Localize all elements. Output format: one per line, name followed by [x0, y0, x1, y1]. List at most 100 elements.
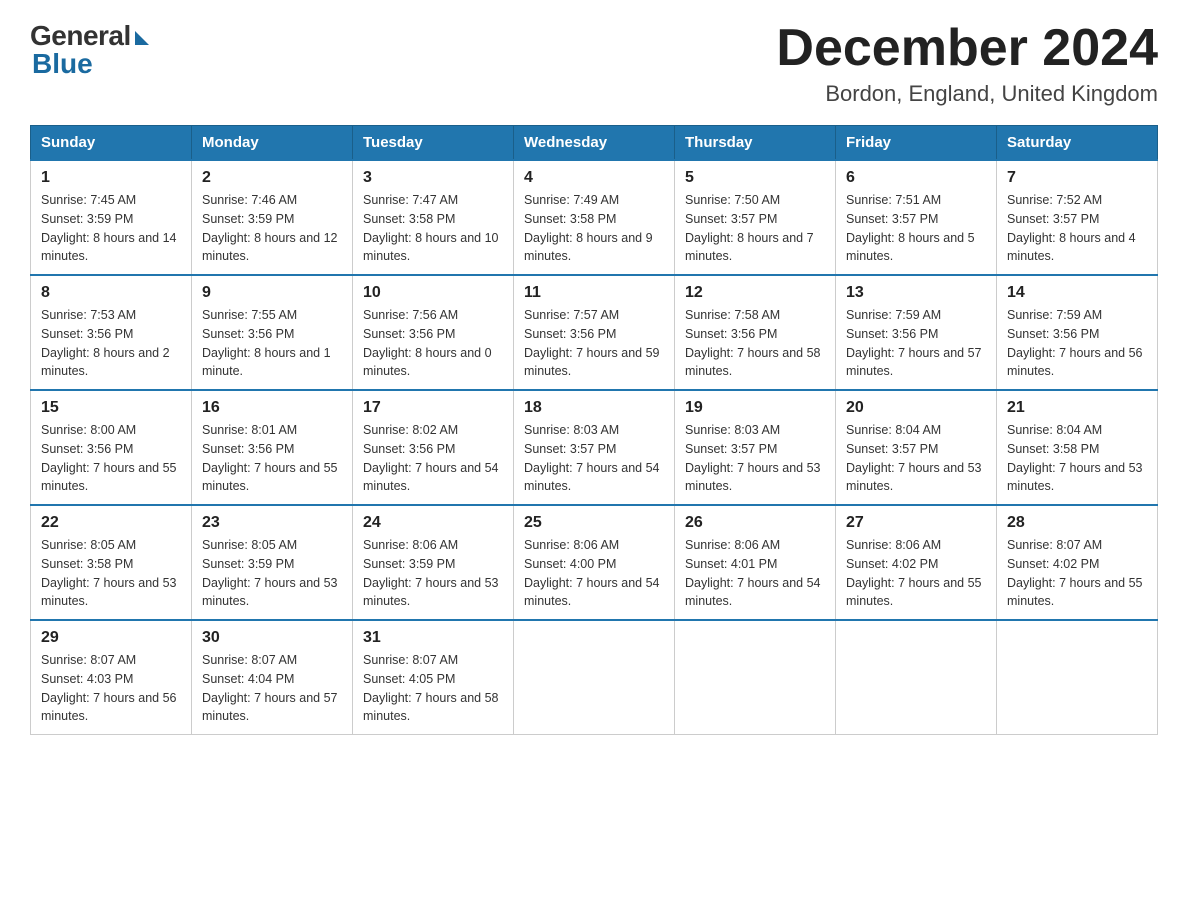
day-number: 30	[202, 629, 342, 647]
header-wednesday: Wednesday	[514, 126, 675, 161]
day-info: Sunrise: 7:53 AMSunset: 3:56 PMDaylight:…	[41, 306, 181, 381]
day-info: Sunrise: 7:58 AMSunset: 3:56 PMDaylight:…	[685, 306, 825, 381]
calendar-cell: 26 Sunrise: 8:06 AMSunset: 4:01 PMDayligh…	[675, 505, 836, 620]
day-number: 9	[202, 284, 342, 302]
day-info: Sunrise: 8:05 AMSunset: 3:58 PMDaylight:…	[41, 536, 181, 611]
day-info: Sunrise: 7:45 AMSunset: 3:59 PMDaylight:…	[41, 191, 181, 266]
day-info: Sunrise: 7:49 AMSunset: 3:58 PMDaylight:…	[524, 191, 664, 266]
calendar-cell: 3 Sunrise: 7:47 AMSunset: 3:58 PMDaylight…	[353, 160, 514, 275]
calendar-week-3: 15 Sunrise: 8:00 AMSunset: 3:56 PMDayligh…	[31, 390, 1158, 505]
day-info: Sunrise: 8:07 AMSunset: 4:04 PMDaylight:…	[202, 651, 342, 726]
header-saturday: Saturday	[997, 126, 1158, 161]
calendar-cell: 27 Sunrise: 8:06 AMSunset: 4:02 PMDayligh…	[836, 505, 997, 620]
calendar-cell: 17 Sunrise: 8:02 AMSunset: 3:56 PMDayligh…	[353, 390, 514, 505]
day-number: 4	[524, 169, 664, 187]
day-number: 13	[846, 284, 986, 302]
day-number: 29	[41, 629, 181, 647]
day-number: 21	[1007, 399, 1147, 417]
day-info: Sunrise: 8:06 AMSunset: 3:59 PMDaylight:…	[363, 536, 503, 611]
day-info: Sunrise: 7:59 AMSunset: 3:56 PMDaylight:…	[846, 306, 986, 381]
header-monday: Monday	[192, 126, 353, 161]
title-block: December 2024 Bordon, England, United Ki…	[776, 20, 1158, 107]
day-info: Sunrise: 8:03 AMSunset: 3:57 PMDaylight:…	[685, 421, 825, 496]
day-info: Sunrise: 8:06 AMSunset: 4:01 PMDaylight:…	[685, 536, 825, 611]
header-friday: Friday	[836, 126, 997, 161]
logo: General Blue	[30, 20, 149, 80]
calendar-cell: 1 Sunrise: 7:45 AMSunset: 3:59 PMDaylight…	[31, 160, 192, 275]
calendar-cell: 18Sunrise: 8:03 AMSunset: 3:57 PMDayligh…	[514, 390, 675, 505]
calendar-cell: 28Sunrise: 8:07 AMSunset: 4:02 PMDayligh…	[997, 505, 1158, 620]
day-number: 17	[363, 399, 503, 417]
calendar-week-1: 1 Sunrise: 7:45 AMSunset: 3:59 PMDaylight…	[31, 160, 1158, 275]
day-number: 23	[202, 514, 342, 532]
logo-arrow-icon	[135, 31, 149, 45]
day-info: Sunrise: 7:59 AMSunset: 3:56 PMDaylight:…	[1007, 306, 1147, 381]
calendar-table: Sunday Monday Tuesday Wednesday Thursday…	[30, 125, 1158, 735]
day-number: 7	[1007, 169, 1147, 187]
day-info: Sunrise: 8:07 AMSunset: 4:05 PMDaylight:…	[363, 651, 503, 726]
day-info: Sunrise: 8:00 AMSunset: 3:56 PMDaylight:…	[41, 421, 181, 496]
day-info: Sunrise: 7:57 AMSunset: 3:56 PMDaylight:…	[524, 306, 664, 381]
day-info: Sunrise: 8:02 AMSunset: 3:56 PMDaylight:…	[363, 421, 503, 496]
calendar-cell	[997, 620, 1158, 735]
day-info: Sunrise: 8:07 AMSunset: 4:03 PMDaylight:…	[41, 651, 181, 726]
calendar-cell: 24 Sunrise: 8:06 AMSunset: 3:59 PMDayligh…	[353, 505, 514, 620]
calendar-cell: 8 Sunrise: 7:53 AMSunset: 3:56 PMDaylight…	[31, 275, 192, 390]
calendar-cell: 16 Sunrise: 8:01 AMSunset: 3:56 PMDayligh…	[192, 390, 353, 505]
calendar-cell: 29 Sunrise: 8:07 AMSunset: 4:03 PMDayligh…	[31, 620, 192, 735]
calendar-cell: 13 Sunrise: 7:59 AMSunset: 3:56 PMDayligh…	[836, 275, 997, 390]
day-info: Sunrise: 8:04 AMSunset: 3:57 PMDaylight:…	[846, 421, 986, 496]
day-info: Sunrise: 7:55 AMSunset: 3:56 PMDaylight:…	[202, 306, 342, 381]
day-info: Sunrise: 8:05 AMSunset: 3:59 PMDaylight:…	[202, 536, 342, 611]
day-number: 26	[685, 514, 825, 532]
day-info: Sunrise: 8:06 AMSunset: 4:02 PMDaylight:…	[846, 536, 986, 611]
calendar-cell: 9 Sunrise: 7:55 AMSunset: 3:56 PMDaylight…	[192, 275, 353, 390]
day-info: Sunrise: 7:50 AMSunset: 3:57 PMDaylight:…	[685, 191, 825, 266]
day-number: 2	[202, 169, 342, 187]
header-thursday: Thursday	[675, 126, 836, 161]
calendar-cell	[836, 620, 997, 735]
calendar-week-2: 8 Sunrise: 7:53 AMSunset: 3:56 PMDaylight…	[31, 275, 1158, 390]
day-number: 8	[41, 284, 181, 302]
day-number: 25	[524, 514, 664, 532]
day-info: Sunrise: 7:46 AMSunset: 3:59 PMDaylight:…	[202, 191, 342, 266]
day-number: 22	[41, 514, 181, 532]
day-number: 31	[363, 629, 503, 647]
header-tuesday: Tuesday	[353, 126, 514, 161]
calendar-cell: 7 Sunrise: 7:52 AMSunset: 3:57 PMDaylight…	[997, 160, 1158, 275]
day-number: 1	[41, 169, 181, 187]
calendar-cell: 20Sunrise: 8:04 AMSunset: 3:57 PMDayligh…	[836, 390, 997, 505]
day-number: 24	[363, 514, 503, 532]
day-number: 16	[202, 399, 342, 417]
calendar-cell: 14Sunrise: 7:59 AMSunset: 3:56 PMDayligh…	[997, 275, 1158, 390]
day-info: Sunrise: 8:07 AMSunset: 4:02 PMDaylight:…	[1007, 536, 1147, 611]
logo-blue-text: Blue	[32, 48, 93, 80]
day-info: Sunrise: 8:04 AMSunset: 3:58 PMDaylight:…	[1007, 421, 1147, 496]
day-number: 19	[685, 399, 825, 417]
calendar-cell: 31 Sunrise: 8:07 AMSunset: 4:05 PMDayligh…	[353, 620, 514, 735]
calendar-cell: 21 Sunrise: 8:04 AMSunset: 3:58 PMDayligh…	[997, 390, 1158, 505]
day-info: Sunrise: 8:06 AMSunset: 4:00 PMDaylight:…	[524, 536, 664, 611]
day-number: 27	[846, 514, 986, 532]
day-info: Sunrise: 8:01 AMSunset: 3:56 PMDaylight:…	[202, 421, 342, 496]
calendar-cell: 5 Sunrise: 7:50 AMSunset: 3:57 PMDaylight…	[675, 160, 836, 275]
day-number: 10	[363, 284, 503, 302]
calendar-cell: 22 Sunrise: 8:05 AMSunset: 3:58 PMDayligh…	[31, 505, 192, 620]
day-number: 5	[685, 169, 825, 187]
calendar-cell: 15 Sunrise: 8:00 AMSunset: 3:56 PMDayligh…	[31, 390, 192, 505]
day-info: Sunrise: 7:52 AMSunset: 3:57 PMDaylight:…	[1007, 191, 1147, 266]
calendar-cell: 30 Sunrise: 8:07 AMSunset: 4:04 PMDayligh…	[192, 620, 353, 735]
day-number: 3	[363, 169, 503, 187]
calendar-cell: 12 Sunrise: 7:58 AMSunset: 3:56 PMDayligh…	[675, 275, 836, 390]
calendar-cell	[675, 620, 836, 735]
day-number: 15	[41, 399, 181, 417]
calendar-cell: 11Sunrise: 7:57 AMSunset: 3:56 PMDayligh…	[514, 275, 675, 390]
header-sunday: Sunday	[31, 126, 192, 161]
day-info: Sunrise: 7:47 AMSunset: 3:58 PMDaylight:…	[363, 191, 503, 266]
day-number: 12	[685, 284, 825, 302]
header-row: Sunday Monday Tuesday Wednesday Thursday…	[31, 126, 1158, 161]
day-info: Sunrise: 8:03 AMSunset: 3:57 PMDaylight:…	[524, 421, 664, 496]
location-title: Bordon, England, United Kingdom	[776, 81, 1158, 107]
day-info: Sunrise: 7:51 AMSunset: 3:57 PMDaylight:…	[846, 191, 986, 266]
calendar-body: 1 Sunrise: 7:45 AMSunset: 3:59 PMDaylight…	[31, 160, 1158, 735]
